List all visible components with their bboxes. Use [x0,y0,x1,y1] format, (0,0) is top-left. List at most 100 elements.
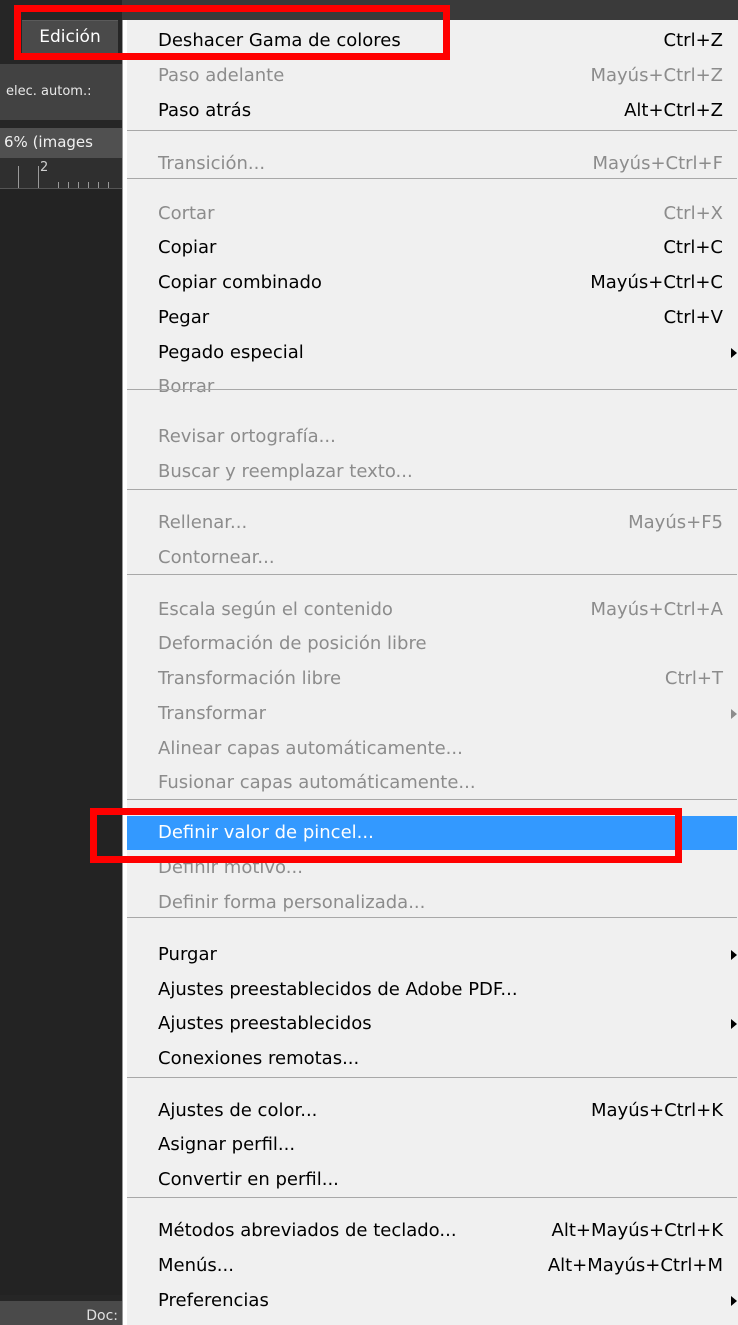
options-auto-select-label: elec. autom.: [6,84,92,99]
menu-item-alinear-capas-automaticamente[interactable]: Alinear capas automáticamente... [127,732,737,766]
menu-item-ajustes-preestablecidos-de-adobe-pdf[interactable]: Ajustes preestablecidos de Adobe PDF... [127,973,737,1007]
menu-item-label: Copiar combinado [158,272,322,293]
menu-item-label: Preferencias [158,1290,269,1311]
horizontal-ruler: 2 [0,158,122,189]
menu-item-definir-forma-personalizada[interactable]: Definir forma personalizada... [127,886,737,920]
menu-item-label: Métodos abreviados de teclado... [158,1220,457,1241]
menu-item-label: Definir motivo... [158,857,303,878]
menu-item-label: Pegado especial [158,342,304,363]
menu-item-cortar[interactable]: Cortar Ctrl+X [127,197,737,231]
menu-item-transformar[interactable]: Transformar [127,697,737,731]
menu-item-label: Fusionar capas automáticamente... [158,772,476,793]
menu-separator [127,1077,737,1078]
document-tab[interactable]: 6% (images [0,128,122,158]
menu-item-copiar-combinado[interactable]: Copiar combinado Mayús+Ctrl+C [127,266,737,300]
status-bar: Doc: [0,1301,122,1325]
menu-item-buscar-y-reemplazar-texto[interactable]: Buscar y reemplazar texto... [127,455,737,489]
menu-item-copiar[interactable]: Copiar Ctrl+C [127,231,737,265]
menu-item-shortcut: Alt+Mayús+Ctrl+M [547,1255,723,1276]
menu-separator [127,799,737,800]
menu-item-deformacion-de-posicion-libre[interactable]: Deformación de posición libre [127,627,737,661]
ruler-tick [108,182,109,188]
menu-item-label: Definir forma personalizada... [158,892,426,913]
menu-item-label: Pegar [158,307,210,328]
menu-item-ajustes-preestablecidos[interactable]: Ajustes preestablecidos [127,1007,737,1041]
menu-item-fusionar-capas-automaticamente[interactable]: Fusionar capas automáticamente... [127,766,737,800]
menu-item-rellenar[interactable]: Rellenar... Mayús+F5 [127,506,737,540]
menu-item-label: Paso atrás [158,100,252,121]
menu-item-convertir-en-perfil[interactable]: Convertir en perfil... [127,1163,737,1197]
submenu-arrow-icon [731,1296,737,1306]
menu-item-label: Convertir en perfil... [158,1169,339,1190]
menu-item-shortcut: Mayús+Ctrl+F [592,153,723,174]
menu-item-contornear[interactable]: Contornear... [127,541,737,575]
document-tab-title: 6% (images [4,133,93,151]
ruler-tick [78,182,79,188]
menu-item-label: Rellenar... [158,512,248,533]
menu-item-asignar-perfil[interactable]: Asignar perfil... [127,1128,737,1162]
menu-separator [127,489,737,490]
menu-item-deshacer-gama-de-colores[interactable]: Deshacer Gama de colores Ctrl+Z [127,24,737,58]
ruler-tick [18,166,19,188]
menu-item-shortcut: Ctrl+T [664,668,723,689]
menu-item-preferencias[interactable]: Preferencias [127,1284,737,1318]
menu-separator [127,130,737,131]
menu-item-transicion[interactable]: Transición... Mayús+Ctrl+F [127,147,737,181]
menu-item-label: Cortar [158,203,215,224]
menu-item-purgar[interactable]: Purgar [127,938,737,972]
menu-item-label: Escala según el contenido [158,599,393,620]
menu-item-shortcut: Mayús+F5 [628,512,723,533]
options-bar: elec. autom.: [0,64,122,120]
menu-item-label: Buscar y reemplazar texto... [158,461,413,482]
menu-separator [127,1197,737,1198]
menu-item-shortcut: Alt+Ctrl+Z [624,100,723,121]
submenu-arrow-icon [731,348,737,358]
menu-separator [127,178,737,179]
menu-item-shortcut: Alt+Mayús+Ctrl+K [551,1220,723,1241]
menu-item-label: Ajustes preestablecidos de Adobe PDF... [158,979,518,1000]
menu-item-shortcut: Ctrl+Z [663,30,723,51]
menu-item-menus[interactable]: Menús... Alt+Mayús+Ctrl+M [127,1249,737,1283]
menu-item-definir-motivo[interactable]: Definir motivo... [127,851,737,885]
menu-item-paso-atras[interactable]: Paso atrás Alt+Ctrl+Z [127,94,737,128]
menu-item-metodos-abreviados-de-teclado[interactable]: Métodos abreviados de teclado... Alt+Mayú… [127,1214,737,1248]
menu-item-escala-segun-el-contenido[interactable]: Escala según el contenido Mayús+Ctrl+A [127,593,737,627]
menu-item-paso-adelante[interactable]: Paso adelante Mayús+Ctrl+Z [127,59,737,93]
menu-edicion[interactable]: Edición [22,20,118,55]
menu-item-label: Ajustes de color... [158,1100,318,1121]
submenu-arrow-icon [731,709,737,719]
menu-item-shortcut: Mayús+Ctrl+Z [590,65,723,86]
menu-item-definir-valor-de-pincel[interactable]: Definir valor de pincel... [127,816,737,850]
menu-item-revisar-ortografia[interactable]: Revisar ortografía... [127,420,737,454]
menu-item-shortcut: Ctrl+X [663,203,723,224]
menu-item-label: Alinear capas automáticamente... [158,738,463,759]
menu-item-transformacion-libre[interactable]: Transformación libre Ctrl+T [127,662,737,696]
menu-item-label: Transformar [158,703,266,724]
menu-item-label: Menús... [158,1255,234,1276]
menu-item-label: Deformación de posición libre [158,633,427,654]
ruler-tick [68,182,69,188]
menu-item-shortcut: Ctrl+V [663,307,723,328]
menu-item-shortcut: Mayús+Ctrl+C [590,272,723,293]
canvas-area[interactable] [0,189,122,1295]
menu-item-label: Contornear... [158,547,275,568]
menu-item-conexiones-remotas[interactable]: Conexiones remotas... [127,1042,737,1076]
menu-item-label: Deshacer Gama de colores [158,30,401,51]
menu-item-shortcut: Mayús+Ctrl+K [591,1100,723,1121]
menu-item-borrar[interactable]: Borrar [127,370,737,404]
photoshop-window: Edición elec. autom.: 6% (images 2 Doc: … [0,0,738,1325]
menu-item-label: Transformación libre [158,668,342,689]
submenu-arrow-icon [731,1019,737,1029]
menu-item-ajustes-de-color[interactable]: Ajustes de color... Mayús+Ctrl+K [127,1094,737,1128]
ruler-tick [38,166,39,188]
ruler-tick [88,182,89,188]
menu-item-pegar[interactable]: Pegar Ctrl+V [127,301,737,335]
menu-item-label: Definir valor de pincel... [158,822,374,843]
menu-item-label: Paso adelante [158,65,285,86]
menu-separator [127,574,737,575]
menu-item-shortcut: Ctrl+C [663,237,723,258]
menu-item-label: Revisar ortografía... [158,426,336,447]
menu-item-label: Borrar [158,376,215,397]
menu-item-pegado-especial[interactable]: Pegado especial [127,336,737,370]
menu-item-label: Purgar [158,944,217,965]
